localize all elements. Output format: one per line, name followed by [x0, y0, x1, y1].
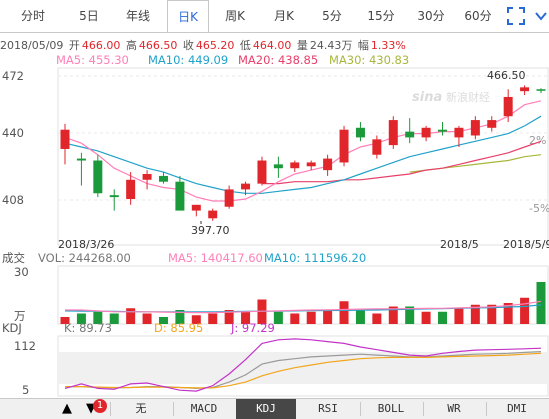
kdj-j-legend: J: 97.29 [230, 321, 275, 335]
candle-down [93, 160, 103, 194]
indicator-boll-button[interactable]: BOLL [360, 399, 422, 419]
candle-up [487, 120, 497, 128]
candle-up [191, 204, 201, 211]
ma-lines [64, 100, 542, 202]
ma5-line [64, 100, 542, 202]
volume-bars [60, 282, 546, 324]
candle-up [470, 120, 480, 136]
pct-tick-minus5: -5% [529, 202, 549, 215]
volume-bar [520, 297, 530, 324]
indicator-wr-button[interactable]: WR [423, 399, 485, 419]
candle-up [372, 139, 382, 155]
kline-chart: 472 440 408 2% -5% sina 新浪财经 466.50 397.… [2, 67, 549, 397]
candle-up [142, 174, 152, 180]
volume-bar [323, 310, 333, 324]
candle-down [175, 181, 185, 211]
candle-up [126, 179, 136, 200]
candle-up [241, 183, 251, 190]
candle-down [158, 175, 168, 182]
kdj-k-legend: K: 89.73 [64, 321, 112, 335]
x-label-may: 2018/5 [440, 238, 479, 251]
volume-bar [273, 311, 283, 324]
indicator-none-button[interactable]: 无 [110, 399, 172, 419]
svg-text:新浪财经: 新浪财经 [446, 90, 490, 104]
candle-down [536, 89, 546, 91]
candle-up [520, 87, 530, 92]
indicator-macd-button[interactable]: MACD [173, 399, 235, 419]
price-tick-408: 408 [2, 193, 24, 207]
sina-watermark: sina 新浪财经 [412, 90, 490, 105]
vol-tick-30: 30 [14, 265, 29, 279]
candle-down [355, 127, 365, 138]
volume-bar [126, 308, 136, 324]
candle-up [290, 162, 300, 169]
volume-bar [372, 313, 382, 324]
candle-down [273, 164, 283, 169]
vol-ma10-legend: MA10: 111596.20 [264, 251, 366, 265]
price-tick-472: 472 [2, 69, 24, 83]
volume-bar [421, 311, 431, 324]
kdj-d-legend: D: 85.95 [154, 321, 203, 335]
candle-up [454, 127, 464, 138]
volume-bar [454, 308, 464, 324]
candle-up [339, 129, 349, 163]
max-price-label: 466.50 [487, 69, 526, 82]
kdj-tick-5: 5 [22, 383, 29, 397]
volume-bar [438, 311, 448, 324]
volume-bar [306, 311, 316, 324]
kdj-band [58, 352, 548, 384]
indicator-dmi-button[interactable]: DMI [486, 399, 548, 419]
ma20-line [262, 140, 542, 185]
indicator-kdj-button[interactable]: KDJ [236, 399, 296, 419]
vol-ma5-legend: MA5: 140417.60 [168, 251, 263, 265]
volume-bar [142, 313, 152, 324]
kdj-tick-112: 112 [14, 339, 36, 353]
volume-bar [536, 282, 546, 324]
candle-up [388, 120, 398, 146]
candle-up [503, 96, 513, 117]
kdj-title: KDJ [2, 321, 22, 335]
volume-bar [355, 310, 365, 324]
min-price-label: 397.70 [191, 224, 230, 237]
scroll-up-arrow-icon[interactable]: ▲ [62, 401, 72, 416]
candle-down [438, 129, 448, 132]
candle-up [421, 127, 431, 138]
candle-up [306, 162, 316, 167]
volume-bar [208, 313, 218, 324]
volume-bar [339, 301, 349, 324]
candle-up [208, 210, 218, 219]
candle-down [405, 131, 415, 138]
x-label-start: 2018/3/26 [58, 238, 114, 251]
price-tick-440: 440 [2, 126, 24, 140]
svg-text:sina: sina [412, 90, 442, 105]
volume-title: 成交 [2, 251, 25, 265]
candle-down [76, 158, 86, 161]
candle-up [224, 189, 234, 207]
indicator-rsi-button[interactable]: RSI [297, 399, 359, 419]
candle-up [323, 158, 333, 171]
volume-ma-lines [64, 300, 542, 314]
candle-down [109, 195, 119, 198]
x-label-end: 2018/5/9 [503, 238, 549, 251]
candle-up [60, 129, 70, 149]
volume-bar [290, 313, 300, 324]
indicator-bar: ▲ ▼ 1 无 MACD KDJ RSI BOLL WR DMI [0, 398, 549, 419]
candle-up [257, 160, 267, 184]
notification-badge: 1 [93, 399, 107, 413]
vol-legend: VOL: 244268.00 [38, 251, 131, 265]
